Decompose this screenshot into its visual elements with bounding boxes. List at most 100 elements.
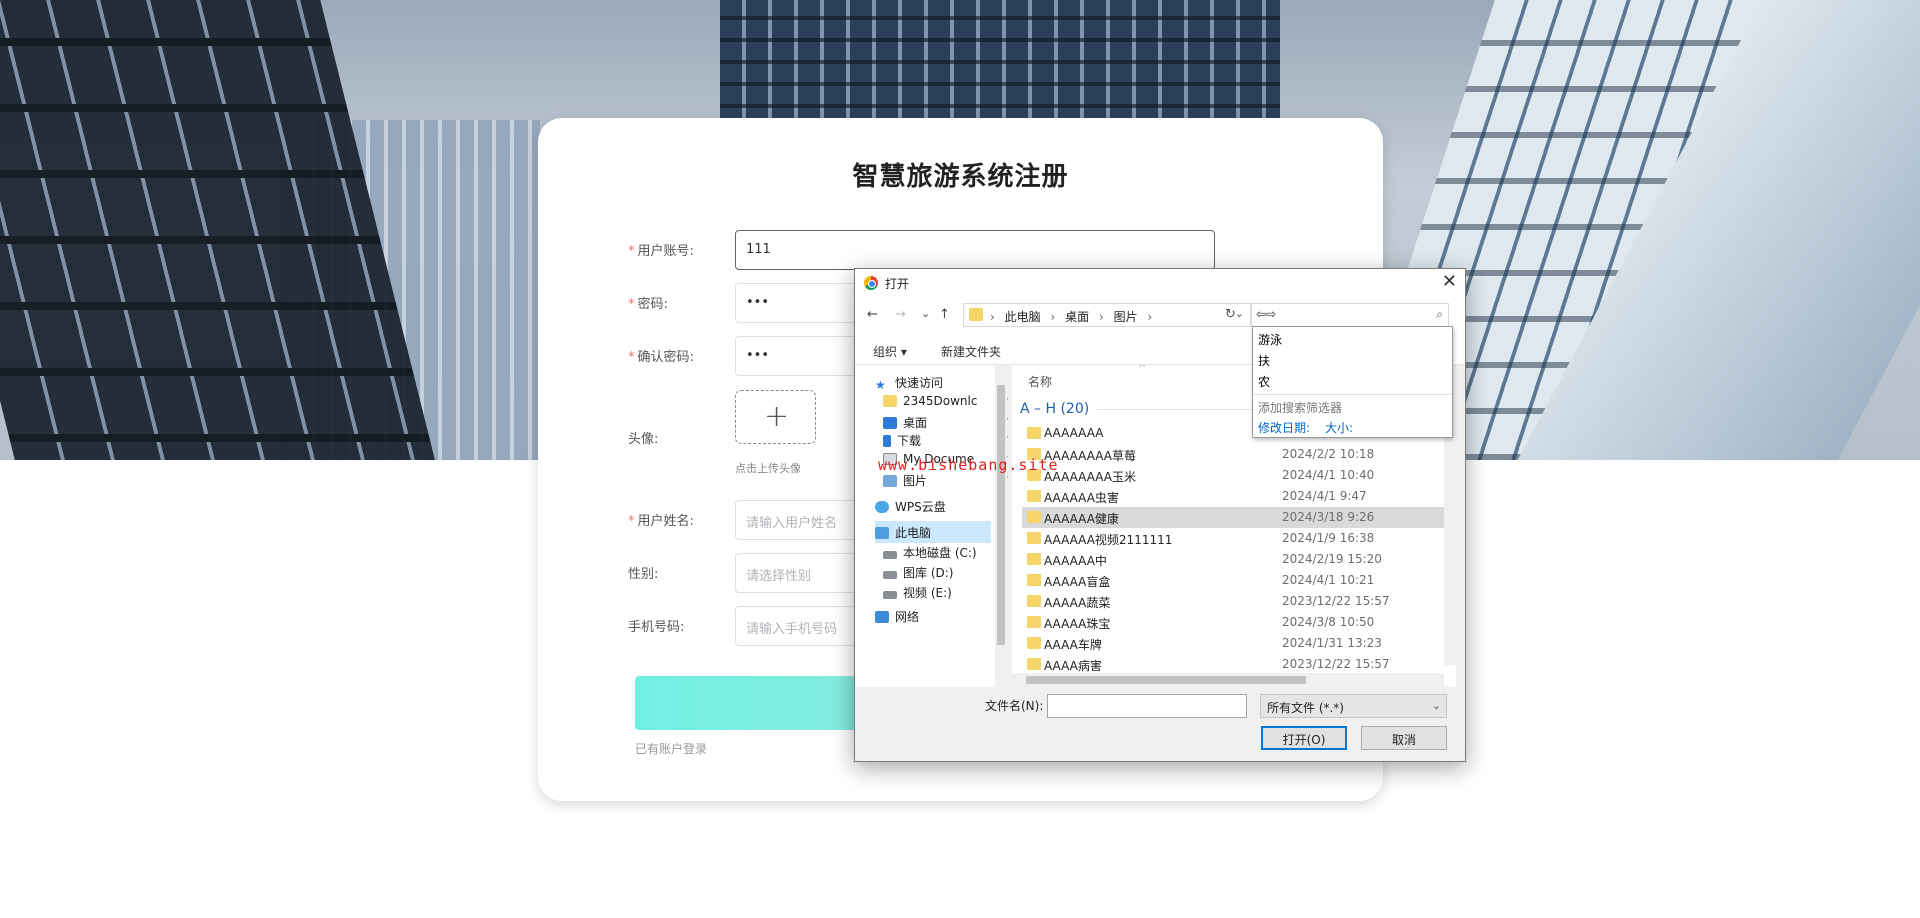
file-name: AAAAAA虫害 [1044, 491, 1119, 505]
scrollbar-thumb[interactable] [1026, 676, 1306, 684]
close-icon[interactable]: ✕ [1442, 271, 1457, 292]
account-input[interactable]: 111 [735, 230, 1215, 270]
chrome-icon [864, 276, 878, 290]
list-horizontal-scrollbar[interactable] [1012, 673, 1444, 687]
file-date: 2024/2/2 10:18 [1282, 447, 1375, 461]
folder-icon [883, 395, 897, 407]
file-row[interactable]: AAAA病害 2023/12/22 15:57 [1022, 654, 1452, 675]
folder-icon [1027, 532, 1041, 544]
filetype-select[interactable]: 所有文件 (*.*) ⌄ [1260, 694, 1447, 718]
file-row[interactable]: AAAAAA视频2111111 2024/1/9 16:38 [1022, 528, 1452, 549]
breadcrumb: › 此电脑 › 桌面 › 图片 › [990, 310, 1153, 324]
file-row[interactable]: AAAAAA健康 2024/3/18 9:26 [1022, 507, 1452, 528]
folder-icon [1027, 616, 1041, 628]
sidebar-item-label: 视频 (E:) [903, 586, 952, 600]
file-row[interactable]: AAAA车牌 2024/1/31 13:23 [1022, 633, 1452, 654]
file-date: 2024/3/18 9:26 [1282, 510, 1375, 524]
sidebar-item[interactable]: 本地磁盘 (C:) [883, 541, 1011, 563]
sidebar-item[interactable]: 2345Downlc• [883, 391, 1011, 413]
disk-icon [883, 551, 897, 559]
computer-icon [875, 527, 889, 539]
refresh-icon[interactable]: ↻ [1225, 307, 1236, 322]
sidebar-item[interactable]: 网络 [875, 605, 1003, 627]
dialog-title: 打开 [885, 277, 910, 291]
sidebar-item-label: WPS云盘 [895, 500, 946, 514]
cancel-button[interactable]: 取消 [1361, 726, 1447, 750]
cloud-icon [875, 501, 889, 513]
file-row[interactable]: AAAAA蔬菜 2023/12/22 15:57 [1022, 591, 1452, 612]
file-row[interactable]: AAAAAA虫害 2024/4/1 9:47 [1022, 486, 1452, 507]
suggestion-item[interactable]: 扶 [1258, 352, 1270, 369]
file-name: AAAAAA健康 [1044, 512, 1119, 526]
sidebar-item-label: 下载 [897, 434, 922, 448]
required-mark: * [628, 244, 635, 259]
account-label: 用户账号: [637, 244, 694, 259]
filter-modified-date[interactable]: 修改日期: [1258, 419, 1310, 436]
sidebar-item-label: 此电脑 [895, 526, 932, 540]
breadcrumb-item[interactable]: 图片 [1114, 310, 1138, 324]
required-mark: * [628, 350, 635, 365]
disk-icon [883, 591, 897, 599]
file-date: 2024/4/1 10:21 [1282, 573, 1375, 587]
sidebar-item-label: 图片 [903, 474, 928, 488]
scrollbar-thumb[interactable] [997, 385, 1005, 645]
file-row[interactable]: AAAAAAAA玉米 2024/4/1 10:40 [1022, 465, 1452, 486]
search-value: ⇦⇨ [1256, 307, 1277, 321]
file-date: 2024/4/1 9:47 [1282, 489, 1367, 503]
chevron-down-icon[interactable]: ⌄ [1235, 307, 1244, 320]
required-mark: * [628, 514, 635, 529]
search-suggestions: 游泳 扶 农 添加搜索筛选器 修改日期: 大小: [1252, 326, 1453, 438]
file-name: AAAAAAA [1044, 426, 1104, 440]
file-name: AAAA病害 [1044, 659, 1102, 673]
sidebar-item[interactable]: 图库 (D:) [883, 561, 1011, 583]
phone-label: 手机号码: [628, 620, 685, 635]
open-button[interactable]: 打开(O) [1261, 726, 1347, 750]
file-row[interactable]: AAAAA珠宝 2024/3/8 10:50 [1022, 612, 1452, 633]
sidebar-item[interactable]: 下载• [883, 429, 1011, 451]
organize-menu[interactable]: 组织 ▾ [873, 343, 907, 360]
gender-label: 性别: [628, 567, 659, 582]
file-name: AAAAAA中 [1044, 554, 1107, 568]
suggestion-item[interactable]: 农 [1258, 373, 1270, 390]
suggestion-item[interactable]: 游泳 [1258, 331, 1282, 348]
folder-icon [1027, 595, 1041, 607]
login-link[interactable]: 已有账户登录 [635, 740, 707, 757]
sidebar-item[interactable]: WPS云盘 [875, 495, 1003, 517]
filename-input[interactable] [1047, 694, 1247, 718]
recent-locations-icon[interactable]: ⌄ [921, 307, 930, 320]
file-row[interactable]: AAAAAAAA草莓 2024/2/2 10:18 [1022, 444, 1452, 465]
back-arrow-icon[interactable]: ← [867, 307, 878, 322]
file-row[interactable]: AAAAA盲盒 2024/4/1 10:21 [1022, 570, 1452, 591]
sidebar-item[interactable]: 视频 (E:) [883, 581, 1011, 603]
new-folder-button[interactable]: 新建文件夹 [941, 343, 1001, 360]
forward-arrow-icon[interactable]: → [895, 307, 906, 322]
desktop-icon [883, 417, 897, 429]
folder-icon [1027, 574, 1041, 586]
up-arrow-icon[interactable]: ↑ [939, 307, 950, 322]
sidebar-item[interactable]: ★ 快速访问 [875, 371, 1003, 393]
sidebar-item-label: 本地磁盘 (C:) [903, 546, 977, 560]
breadcrumb-item[interactable]: 桌面 [1065, 310, 1089, 324]
confirm-password-label: 确认密码: [637, 350, 694, 365]
folder-icon [1027, 553, 1041, 565]
file-name: AAAA车牌 [1044, 638, 1102, 652]
watermark-text: www.bishebang.site [878, 456, 1059, 474]
filter-size[interactable]: 大小: [1325, 419, 1353, 436]
page-title: 智慧旅游系统注册 [852, 162, 1069, 192]
chevron-down-icon: ⌄ [1431, 699, 1441, 712]
file-row[interactable]: AAAAAA中 2024/2/19 15:20 [1022, 549, 1452, 570]
star-icon: ★ [875, 378, 886, 392]
column-name[interactable]: 名称 [1028, 373, 1052, 390]
breadcrumb-item[interactable]: 此电脑 [1005, 310, 1041, 324]
nav-scrollbar[interactable] [995, 365, 1007, 687]
filename-label: 文件名(N): [985, 699, 1044, 713]
file-date: 2024/1/9 16:38 [1282, 531, 1375, 545]
upload-tip: 点击上传头像 [735, 462, 801, 475]
picture-icon [883, 475, 897, 487]
search-input[interactable]: ⇦⇨ ⌕ [1251, 303, 1449, 327]
avatar-upload[interactable]: + [735, 390, 816, 444]
account-row: * 用户账号: 111 [538, 230, 1383, 270]
folder-icon [1027, 658, 1041, 670]
address-bar[interactable]: › 此电脑 › 桌面 › 图片 › ⌄ [963, 303, 1251, 327]
sidebar-item[interactable]: 此电脑 [875, 521, 991, 543]
